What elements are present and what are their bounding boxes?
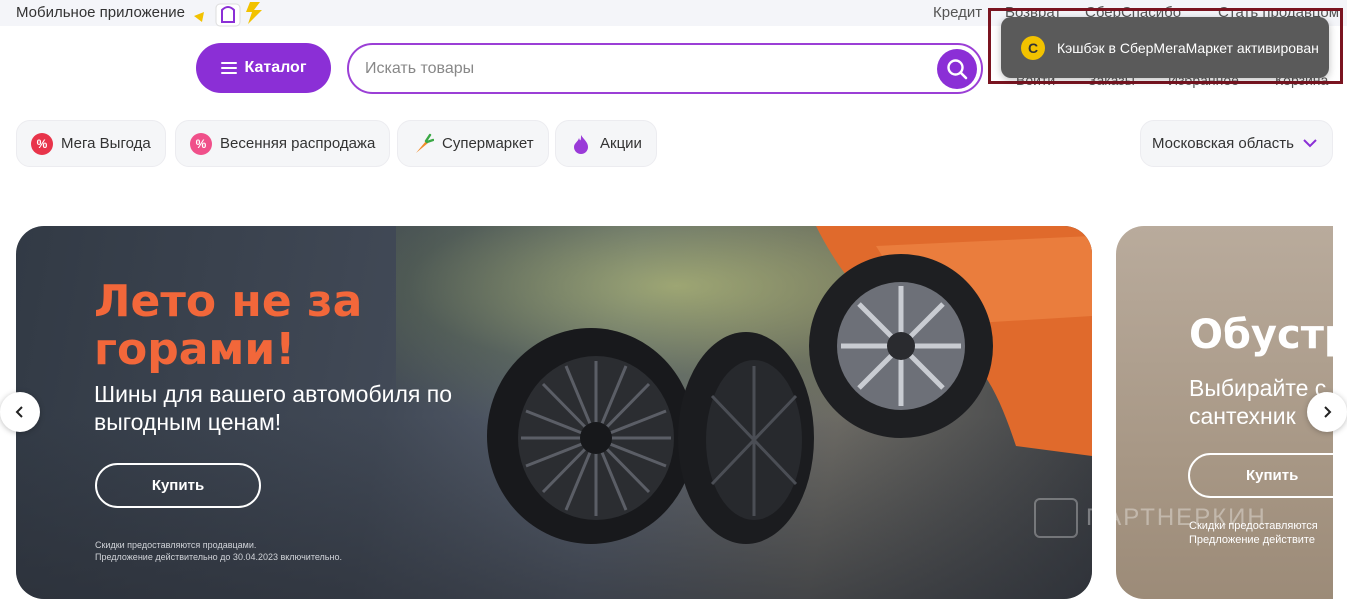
search-bar — [347, 43, 983, 94]
flower-percent-icon: % — [190, 132, 212, 155]
chevron-right-icon — [1324, 406, 1332, 418]
banner-subtitle: Шины для вашего автомобиля по выгодным ц… — [94, 381, 453, 435]
watermark-text: ПАРТНЕРКИН — [1086, 504, 1267, 531]
buy-button[interactable]: Купить — [1188, 453, 1333, 498]
mobile-app-icon[interactable] — [190, 0, 272, 28]
search-icon — [947, 59, 968, 80]
promo-banner-plumbing[interactable]: Обустр Выбирайте с сантехник Купить Скид… — [1116, 226, 1333, 599]
chip-label: Акции — [600, 135, 642, 152]
subtitle-line: Выбирайте с — [1189, 375, 1327, 401]
catalog-label: Каталог — [244, 59, 307, 76]
promo-banner-tires[interactable]: Лето не за горами! Шины для вашего автом… — [16, 226, 1092, 599]
carrot-icon — [416, 133, 434, 153]
banner-fine-print: Скидки предоставляются продавцами. Предл… — [95, 539, 342, 563]
banner-subtitle: Выбирайте с сантехник — [1189, 374, 1326, 430]
search-button[interactable] — [937, 49, 977, 89]
region-label: Московская область — [1152, 135, 1294, 152]
chip-supermarket[interactable]: Супермаркет — [397, 120, 549, 167]
cashback-toast[interactable]: С Кэшбэк в СберМегаМаркет активирован — [1001, 17, 1329, 78]
banner-title: Лето не за горами! — [94, 276, 363, 375]
tires-and-car-illustration — [487, 226, 1092, 544]
chevron-left-icon — [15, 406, 23, 418]
watermark: ПАРТНЕРКИН — [1034, 498, 1267, 538]
chip-mega-vygoda[interactable]: % Мега Выгода — [16, 120, 166, 167]
region-selector[interactable]: Московская область — [1140, 120, 1333, 167]
flame-icon — [574, 134, 588, 154]
chip-promotions[interactable]: Акции — [555, 120, 657, 167]
chip-label: Мега Выгода — [61, 135, 151, 152]
toast-message: Кэшбэк в СберМегаМаркет активирован — [1057, 39, 1319, 56]
watermark-logo-icon — [1034, 498, 1078, 538]
catalog-button[interactable]: Каталог — [196, 43, 331, 93]
chip-label: Весенняя распродажа — [220, 135, 376, 152]
subtitle-line: сантехник — [1189, 403, 1296, 429]
cashback-coin-icon: С — [1021, 35, 1045, 60]
credit-link[interactable]: Кредит — [933, 4, 982, 21]
carousel-next-button[interactable] — [1307, 392, 1347, 432]
mobile-app-link[interactable]: Мобильное приложение — [16, 4, 185, 21]
chip-spring-sale[interactable]: % Весенняя распродажа — [175, 120, 391, 167]
chevron-down-icon — [1303, 139, 1317, 148]
percent-icon: % — [31, 132, 53, 155]
fine-print-line: Скидки предоставляются продавцами. — [95, 540, 257, 550]
chip-label: Супермаркет — [442, 135, 534, 152]
banner-title: Обустр — [1189, 312, 1333, 358]
fine-print-line: Предложение действительно до 30.04.2023 … — [95, 552, 342, 562]
carousel-prev-button[interactable] — [0, 392, 40, 432]
buy-button[interactable]: Купить — [95, 463, 261, 508]
search-input[interactable] — [365, 57, 925, 81]
menu-icon — [220, 62, 237, 74]
